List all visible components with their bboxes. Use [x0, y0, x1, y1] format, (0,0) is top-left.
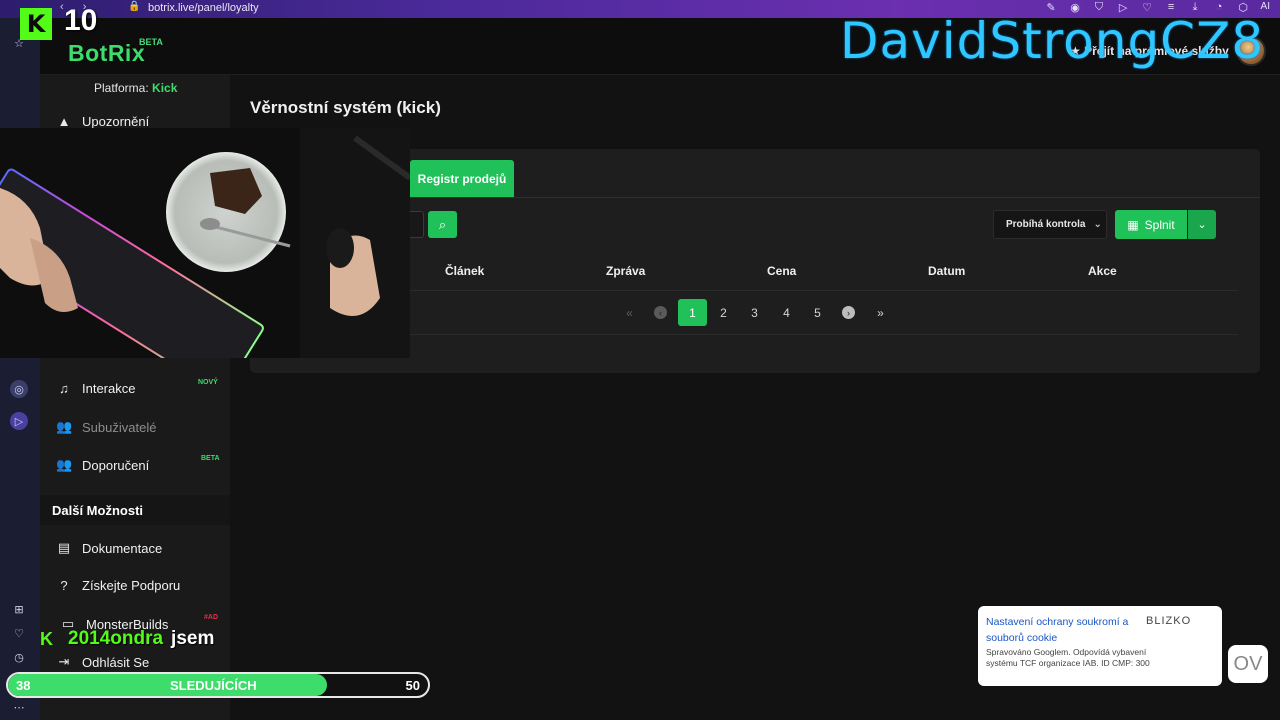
- last-page-button[interactable]: »: [866, 299, 895, 326]
- sidebar-item-label: Upozornění: [82, 114, 150, 129]
- video-icon[interactable]: ▷: [10, 412, 28, 430]
- sidebar-item-label: Odhlásit Se: [82, 654, 150, 670]
- sidebar-item-subusers[interactable]: 👥 Subuživatelé: [56, 419, 156, 435]
- follower-goal-bar: 38 SLEDUJÍCÍCH 50: [6, 672, 430, 698]
- users-icon: 👥: [56, 419, 73, 434]
- cookie-consent-popup[interactable]: Nastavení ochrany soukromí a souborů coo…: [978, 606, 1222, 686]
- chat-username: 2014ondra: [68, 628, 164, 649]
- sidebar-item-support[interactable]: ? Získejte Podporu: [56, 578, 180, 593]
- kick-logo-icon: K: [20, 8, 52, 40]
- goal-progress-fill: [8, 674, 328, 696]
- section-title: Další Možnosti: [40, 495, 230, 525]
- cookie-description: Spravováno Googlem. Odpovídá vybavení sy…: [986, 647, 1150, 668]
- users-icon: 👥: [56, 457, 73, 472]
- webcam-overlay: [0, 128, 410, 358]
- column-header[interactable]: Článek: [445, 264, 484, 278]
- music-icon: ♫: [59, 381, 69, 396]
- clock-icon[interactable]: ◷: [10, 648, 28, 666]
- page-button[interactable]: 4: [772, 299, 801, 326]
- goal-current: 38: [16, 678, 31, 693]
- fulfil-dropdown-button[interactable]: ⌄: [1188, 210, 1216, 239]
- browser-sidebar: ☆ ◎ ▷ ⊞ ♡ ◷ ⋯: [0, 18, 40, 720]
- prev-page-button[interactable]: ‹: [646, 299, 675, 326]
- sidebar-item-alerts[interactable]: ▲ Upozornění: [56, 114, 150, 129]
- help-icon: ?: [60, 578, 68, 593]
- column-header[interactable]: Akce: [1088, 264, 1117, 278]
- chevron-down-icon: ⌄: [1197, 219, 1207, 231]
- beta-badge: BETA: [201, 455, 220, 462]
- double-chevron-left-icon: «: [626, 305, 633, 320]
- search-icon: ⌕: [438, 216, 447, 232]
- goal-target: 50: [405, 678, 420, 693]
- apps-icon[interactable]: ⊞: [10, 600, 28, 618]
- page-button[interactable]: 1: [678, 299, 707, 326]
- brand-logo: BLIZKO: [1146, 615, 1192, 627]
- column-header[interactable]: Zpráva: [606, 264, 645, 278]
- ov-widget-button[interactable]: OV: [1228, 645, 1268, 683]
- column-header[interactable]: Cena: [767, 264, 796, 278]
- ad-badge: #AD: [204, 614, 219, 621]
- sidebar-item-label: Subuživatelé: [82, 419, 157, 435]
- column-header[interactable]: Datum: [928, 264, 965, 278]
- sidebar-item-interactions[interactable]: ♫ Interakce: [56, 381, 135, 396]
- next-page-button[interactable]: ›: [834, 299, 863, 326]
- page-button[interactable]: 5: [803, 299, 832, 326]
- table-divider: [410, 290, 1238, 291]
- file-excel-icon: ▦: [1127, 217, 1139, 232]
- heart-icon[interactable]: ♡: [10, 624, 28, 642]
- more-icon[interactable]: ⋯: [10, 698, 28, 716]
- kick-logo-icon: K: [40, 629, 53, 649]
- fulfil-label: Splnit: [1144, 217, 1175, 232]
- chevron-down-icon: ⌄: [1093, 219, 1102, 230]
- fulfil-button[interactable]: ▦ Splnit: [1115, 210, 1187, 239]
- sidebar-item-referrals[interactable]: 👥 Doporučení: [56, 457, 149, 473]
- status-filter-value: Probíhá kontrola: [1006, 219, 1086, 230]
- platform-indicator: Platforma: Kick: [94, 81, 178, 95]
- lock-icon: 🔒: [128, 1, 141, 12]
- address-bar[interactable]: botrix.live/panel/loyalty: [148, 2, 259, 14]
- page-title: Věrnostní systém (kick): [250, 98, 441, 117]
- viewer-count: 10: [64, 4, 98, 37]
- page-button[interactable]: 2: [709, 299, 738, 326]
- sidebar-item-label: Dokumentace: [82, 540, 163, 556]
- streamer-name: DavidStrongCZ8: [840, 12, 1265, 70]
- screen: ‹ › 🔒 botrix.live/panel/loyalty ✎ ◉ ⛉ ▷ …: [0, 0, 1280, 720]
- tab-sales-register[interactable]: Registr prodejů: [410, 160, 514, 197]
- chat-message: K 2014ondra jsem: [40, 628, 214, 650]
- logout-icon: ⇥: [58, 654, 70, 669]
- search-button[interactable]: ⌕: [428, 211, 457, 238]
- status-filter-select[interactable]: Probíhá kontrola ⌄: [993, 210, 1107, 239]
- cookie-settings-link[interactable]: Nastavení ochrany soukromí a souborů coo…: [986, 614, 1146, 646]
- webcam-image: [0, 128, 410, 358]
- logo-beta-badge: BETA: [139, 37, 163, 47]
- sidebar-item-label: Doporučení: [82, 457, 150, 473]
- sidebar-item-label: Získejte Podporu: [82, 578, 181, 593]
- sidebar-item-docs[interactable]: ▤ Dokumentace: [56, 540, 162, 556]
- warning-icon: ▲: [57, 114, 71, 129]
- document-icon: ▤: [57, 540, 71, 555]
- first-page-button[interactable]: «: [615, 299, 644, 326]
- sidebar-item-label: Interakce: [82, 381, 136, 396]
- circle-play-icon[interactable]: ◎: [10, 380, 28, 398]
- page-button[interactable]: 3: [740, 299, 769, 326]
- botrix-logo[interactable]: BotRix: [68, 40, 145, 67]
- sidebar-item-logout[interactable]: ⇥ Odhlásit Se: [56, 654, 150, 670]
- chat-text: jsem: [171, 628, 215, 649]
- chevron-left-icon: ‹: [654, 306, 667, 319]
- platform-value: Kick: [152, 81, 178, 95]
- goal-label: SLEDUJÍCÍCH: [170, 678, 257, 693]
- table-divider: [410, 334, 1238, 335]
- double-chevron-right-icon: »: [877, 305, 884, 320]
- new-badge: NOVÝ: [198, 379, 218, 386]
- chevron-right-icon: ›: [842, 306, 855, 319]
